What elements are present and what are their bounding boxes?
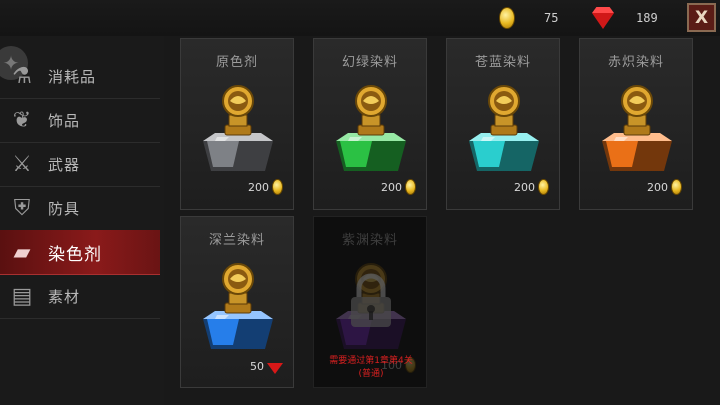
dye-bottle-icon bbox=[602, 85, 672, 171]
dye-icon: ▰ bbox=[13, 239, 31, 265]
material-icon: ▤ bbox=[11, 283, 33, 309]
price-value: 200 bbox=[514, 180, 535, 194]
potion-icon: ⚗ bbox=[12, 63, 32, 89]
unlock-requirement-line2: (普通) bbox=[358, 369, 384, 379]
dye-bottle-icon bbox=[469, 85, 539, 171]
category-sidebar: ✦ ⚗ 消耗品 ❦ 饰品 ⚔ 武器 ⛨ 防具 ▰ 染色剂 ▤ 素材 bbox=[0, 36, 165, 405]
price-value: 200 bbox=[248, 180, 269, 194]
shop-item-card[interactable]: 深兰染料 50 bbox=[180, 216, 294, 388]
item-price: 200 bbox=[647, 179, 682, 195]
item-price: 200 bbox=[514, 179, 549, 195]
shop-item-card[interactable]: 赤炽染料 200 bbox=[579, 38, 693, 210]
shop-item-card-locked[interactable]: 紫渊染料 100 需要通过第1章第4关 (普通) bbox=[313, 216, 427, 388]
dye-bottle-icon bbox=[336, 85, 406, 171]
gem-balance: 189 bbox=[592, 4, 658, 32]
necklace-icon: ❦ bbox=[12, 107, 32, 133]
sidebar-item-label: 素材 bbox=[48, 287, 81, 306]
sidebar-item-label: 染色剂 bbox=[48, 244, 102, 265]
unlock-requirement-text: 需要通过第1章第4关 (普通) bbox=[316, 355, 426, 381]
sword-icon: ⚔ bbox=[12, 151, 32, 177]
item-name: 幻绿染料 bbox=[341, 55, 398, 70]
dye-bottle-icon bbox=[203, 85, 273, 171]
gem-value: 189 bbox=[636, 11, 658, 25]
shop-item-card[interactable]: 幻绿染料 200 bbox=[313, 38, 427, 210]
close-button[interactable]: X bbox=[687, 3, 716, 32]
item-name: 赤炽染料 bbox=[607, 55, 664, 70]
coin-balance: 75 bbox=[496, 4, 558, 32]
sidebar-item-weapons[interactable]: ⚔ 武器 bbox=[0, 142, 160, 187]
item-name: 深兰染料 bbox=[208, 233, 265, 248]
price-value: 50 bbox=[250, 360, 264, 373]
item-price: 200 bbox=[248, 179, 283, 195]
price-value: 200 bbox=[647, 180, 668, 194]
dye-shop-grid: 原色剂 200 幻绿染料 200 苍蓝染料 200 赤炽染料 200 深兰染料 bbox=[164, 36, 720, 405]
gold-coin-icon bbox=[496, 5, 518, 31]
red-gem-icon bbox=[267, 363, 283, 374]
sidebar-item-label: 武器 bbox=[48, 155, 81, 174]
top-bar: 75 189 X bbox=[0, 0, 720, 36]
shop-item-card[interactable]: 原色剂 200 bbox=[180, 38, 294, 210]
sidebar-item-accessories[interactable]: ❦ 饰品 bbox=[0, 98, 160, 143]
armor-icon: ⛨ bbox=[13, 195, 31, 221]
sidebar-item-label: 饰品 bbox=[48, 111, 81, 130]
shop-item-card[interactable]: 苍蓝染料 200 bbox=[446, 38, 560, 210]
item-name: 原色剂 bbox=[215, 55, 258, 70]
gold-coin-icon bbox=[538, 179, 549, 195]
sidebar-item-materials[interactable]: ▤ 素材 bbox=[0, 274, 160, 319]
red-gem-icon bbox=[592, 5, 614, 31]
item-price: 50 bbox=[250, 360, 283, 374]
unlock-requirement-line1: 需要通过第1章第4关 bbox=[329, 356, 413, 366]
sidebar-item-dyes[interactable]: ▰ 染色剂 bbox=[0, 230, 160, 275]
gold-coin-icon bbox=[272, 179, 283, 195]
gold-coin-icon bbox=[405, 179, 416, 195]
dye-bottle-icon bbox=[203, 263, 273, 349]
item-price: 200 bbox=[381, 179, 416, 195]
sidebar-item-label: 防具 bbox=[48, 199, 81, 218]
item-name: 紫渊染料 bbox=[341, 233, 398, 248]
sidebar-item-label: 消耗品 bbox=[48, 67, 97, 86]
padlock-icon bbox=[351, 273, 391, 327]
coin-value: 75 bbox=[544, 11, 559, 25]
sidebar-item-armor[interactable]: ⛨ 防具 bbox=[0, 186, 160, 231]
sidebar-item-consumables[interactable]: ⚗ 消耗品 bbox=[0, 54, 160, 99]
gold-coin-icon bbox=[671, 179, 682, 195]
price-value: 200 bbox=[381, 180, 402, 194]
item-name: 苍蓝染料 bbox=[474, 55, 531, 70]
